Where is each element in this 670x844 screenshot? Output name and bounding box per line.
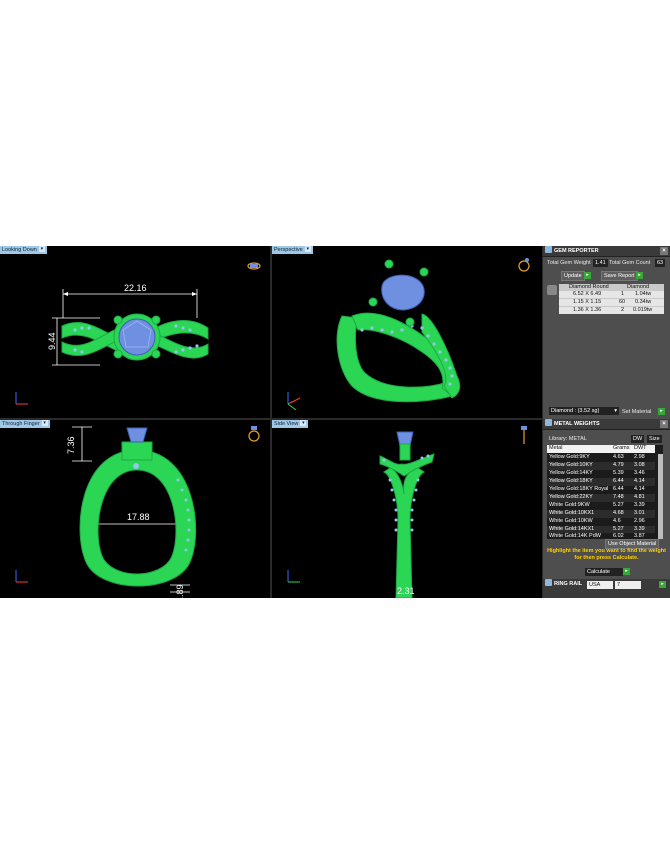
viewport-label-tab[interactable]: Perspective ▾ (272, 246, 313, 254)
dimension-side-width: 2.31 (397, 586, 415, 596)
close-icon[interactable]: × (660, 247, 668, 255)
metal-weights-title: METAL WEIGHTS (554, 421, 600, 427)
metal-icon (545, 419, 552, 426)
viewport-label: Side View (274, 421, 299, 427)
gem-col-shape: Diamond Round (569, 284, 609, 290)
viewport-label: Perspective (274, 247, 303, 253)
gem-thumbnail (547, 285, 557, 295)
metal-table: Metal Grams DWT Yellow Gold:9KY 4.63 2.98 Ye… (547, 445, 663, 539)
side-panel: GEM REPORTER × Total Gem Weight 1.41 Tot… (543, 246, 670, 598)
table-row[interactable]: White Gold:10KW 4.6 2.96 (547, 518, 655, 526)
table-row[interactable]: Yellow Gold:14KY 5.39 3.46 (547, 470, 655, 478)
viewport-label-tab[interactable]: Side View ▾ (272, 420, 309, 428)
metal-weights-header[interactable]: METAL WEIGHTS × (543, 419, 670, 430)
cad-window: Looking Down▾ 22.16 9.44 Perspective▾ (0, 246, 670, 598)
library-label: Library: METAL (549, 436, 587, 442)
size-select[interactable]: Size (647, 435, 662, 443)
region-select[interactable]: USA (587, 581, 613, 589)
gem-icon (545, 246, 552, 253)
table-row[interactable]: Yellow Gold:9KY 4.63 2.98 (547, 454, 655, 462)
viewport-label: Looking Down (2, 247, 37, 253)
metal-table-header: Metal Grams DWT (547, 445, 655, 453)
dropdown-arrow-icon[interactable]: ▾ (304, 246, 311, 252)
viewport-label-tab[interactable]: Looking Down ▾ (0, 246, 47, 254)
ring-side-render (287, 426, 527, 598)
dimension-shank-thickness: 1.89 (175, 584, 185, 598)
dimension-inner-diameter: 17.88 (127, 512, 150, 522)
ring-size-select[interactable]: 7 (615, 581, 641, 589)
viewport-label-tab[interactable]: Through Finger ▾ (0, 420, 50, 428)
ring-top-render (15, 262, 261, 405)
viewport-side-view[interactable]: Side View ▾ 2.31 (272, 420, 542, 598)
table-row[interactable]: Yellow Gold:18KY 6.44 4.14 (547, 478, 655, 486)
metal-table-scrollbar[interactable] (658, 454, 663, 539)
unit-select[interactable]: DW (631, 435, 645, 443)
ring-front-render (15, 426, 260, 593)
dropdown-arrow-icon[interactable]: ▾ (300, 420, 307, 426)
table-row[interactable]: 1.15 X 1.15 60 0.34tw (559, 299, 664, 306)
dropdown-arrow-icon[interactable]: ▾ (38, 246, 45, 252)
table-row[interactable]: 6.52 X 6.49 1 1.04tw (559, 291, 664, 298)
set-material-go-icon[interactable]: ▸ (658, 408, 665, 415)
dropdown-arrow-icon[interactable]: ▾ (614, 407, 617, 415)
total-gem-count-label: Total Gem Count (609, 260, 651, 266)
table-row[interactable]: White Gold:10KX1 4.68 3.01 (547, 510, 655, 518)
ring-rail-title: RING RAIL (554, 581, 583, 587)
total-gem-weight-value: 1.41 (593, 259, 608, 267)
close-icon[interactable]: × (660, 420, 668, 428)
viewport-through-finger[interactable]: Through Finger ▾ 7.36 17.88 1.89 (0, 420, 270, 598)
viewport-looking-down[interactable]: Looking Down ▾ 22.16 9.44 (0, 246, 270, 418)
gem-reporter-title: GEM REPORTER (554, 248, 599, 254)
dimension-head-height: 7.36 (66, 436, 76, 454)
dropdown-arrow-icon[interactable]: ▾ (41, 420, 48, 426)
dimension-width: 22.16 (124, 283, 147, 293)
update-button[interactable]: Update (561, 271, 585, 281)
calculate-go-icon[interactable]: ▸ (623, 568, 630, 575)
dimension-height: 9.44 (47, 332, 57, 350)
table-row[interactable]: Yellow Gold:10KY 4.79 3.08 (547, 462, 655, 470)
set-material-button[interactable]: Set Material (622, 409, 651, 415)
gem-table: Diamond Round Diamond 6.52 X 6.49 1 1.04tw… (559, 284, 664, 314)
gem-col-material: Diamond (627, 284, 650, 290)
material-select[interactable]: Diamond : (3.52 sg) ▾ (549, 407, 619, 415)
table-row[interactable]: 1.36 X 1.36 2 0.019tw (559, 307, 664, 314)
save-report-go-icon[interactable]: ▸ (636, 272, 643, 279)
ring-size-go-icon[interactable]: ▸ (659, 581, 666, 588)
calculate-hint: Highlight the item you want to find the … (547, 548, 666, 561)
gem-reporter-header[interactable]: GEM REPORTER × (543, 246, 670, 257)
table-row[interactable]: Yellow Gold:18KY Royal 6.44 4.14 (547, 486, 655, 494)
ring-icon (545, 579, 552, 586)
update-go-icon[interactable]: ▸ (584, 272, 591, 279)
total-gem-weight-label: Total Gem Weight (547, 260, 591, 266)
viewport-label: Through Finger (2, 421, 40, 427)
total-gem-count-value: 63 (655, 259, 666, 267)
ring-perspective-render (287, 258, 530, 411)
table-row[interactable]: White Gold:9KW 5.27 3.39 (547, 502, 655, 510)
viewport-perspective[interactable]: Perspective ▾ (272, 246, 542, 418)
table-row[interactable]: Yellow Gold:22KY 7.48 4.81 (547, 494, 655, 502)
calculate-button[interactable]: Calculate (585, 568, 623, 576)
save-report-button[interactable]: Save Report (601, 271, 638, 281)
